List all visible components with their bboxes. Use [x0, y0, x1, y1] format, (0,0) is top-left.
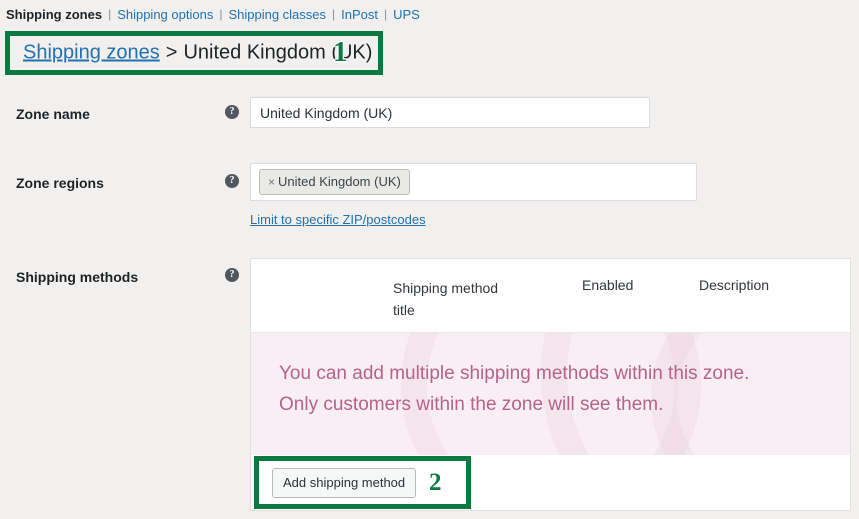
- subnav-item-shipping-options[interactable]: Shipping options: [117, 7, 213, 22]
- column-header-enabled: Enabled: [582, 277, 634, 293]
- subnav-item-ups[interactable]: UPS: [393, 7, 420, 22]
- zone-region-tag[interactable]: × United Kingdom (UK): [259, 169, 410, 195]
- breadcrumb-link-shipping-zones[interactable]: Shipping zones: [23, 42, 160, 65]
- column-header-title: Shipping method title: [393, 280, 499, 318]
- help-icon[interactable]: ?: [225, 174, 239, 188]
- subnav-separator: |: [219, 7, 223, 21]
- annotation-number-1: 1: [333, 36, 348, 68]
- zone-regions-input[interactable]: × United Kingdom (UK): [250, 163, 697, 201]
- add-shipping-method-button[interactable]: Add shipping method: [272, 468, 417, 498]
- empty-state-row: You can add multiple shipping methods wi…: [251, 333, 850, 455]
- shipping-methods-table: Shipping method title Enabled Descriptio…: [250, 258, 851, 511]
- shipping-subnav: Shipping zones | Shipping options | Ship…: [0, 0, 859, 28]
- help-icon[interactable]: ?: [225, 105, 239, 119]
- subnav-separator: |: [332, 7, 336, 21]
- annotation-number-2: 2: [429, 469, 442, 496]
- subnav-item-shipping-classes[interactable]: Shipping classes: [228, 7, 326, 22]
- remove-tag-icon[interactable]: ×: [268, 175, 275, 189]
- zone-name-label: Zone name: [16, 106, 90, 122]
- table-footer-row: Add shipping method: [251, 455, 850, 510]
- subnav-separator: |: [384, 7, 388, 21]
- zone-region-tag-label: United Kingdom (UK): [278, 174, 401, 189]
- limit-to-postcodes-link[interactable]: Limit to specific ZIP/postcodes: [250, 212, 426, 227]
- zone-regions-label: Zone regions: [16, 175, 104, 191]
- help-icon[interactable]: ?: [225, 268, 239, 282]
- subnav-item-inpost[interactable]: InPost: [341, 7, 378, 22]
- zone-name-input[interactable]: [250, 97, 650, 128]
- shipping-methods-label: Shipping methods: [16, 269, 139, 285]
- subnav-item-shipping-zones[interactable]: Shipping zones: [6, 7, 102, 22]
- breadcrumb-highlight-box: Shipping zones > United Kingdom (UK): [5, 31, 383, 75]
- column-header-description: Description: [699, 277, 770, 293]
- breadcrumb-separator: >: [165, 41, 178, 64]
- table-header-row: Shipping method title Enabled Descriptio…: [251, 259, 850, 333]
- subnav-separator: |: [108, 7, 112, 21]
- breadcrumb: Shipping zones > United Kingdom (UK): [23, 42, 372, 65]
- empty-state-message: You can add multiple shipping methods wi…: [279, 363, 750, 415]
